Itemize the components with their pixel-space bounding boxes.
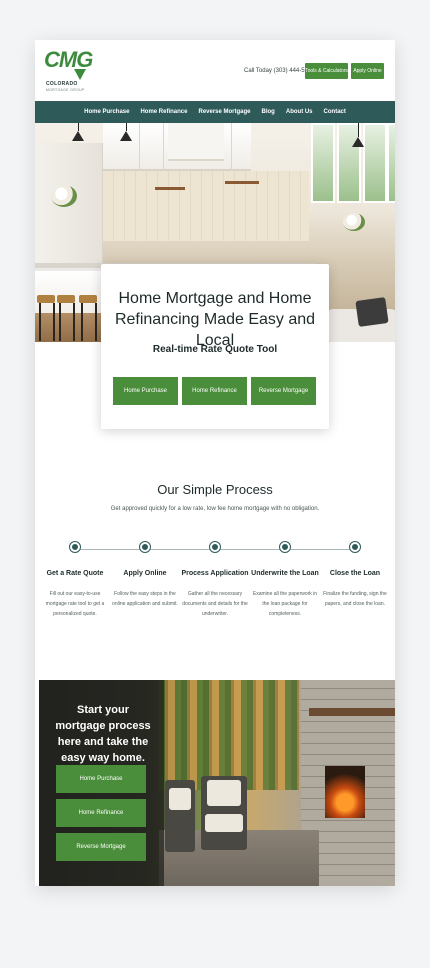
step-dot-icon [70,542,80,552]
cta-home-refinance-button[interactable]: Home Refinance [56,799,146,827]
process-subtitle: Get approved quickly for a low rate, low… [110,506,320,512]
fireplace-mantel [309,708,395,716]
cta-title: Start your mortgage process here and tak… [55,704,151,764]
tools-calculators-button[interactable]: Tools & Calculators [305,63,348,79]
pendant-light-icon [72,131,84,141]
step-title: Close the Loan [329,570,381,577]
step-description: Fill out our easy-to-use mortgage rate t… [45,591,105,617]
step-title: Get a Rate Quote [46,570,104,577]
step-title: Underwrite the Loan [251,570,319,577]
flower-vase [51,185,77,207]
hero-home-purchase-button[interactable]: Home Purchase [113,377,178,405]
step-description: Follow the easy steps in the online appl… [112,591,178,607]
hero-subtitle: Real-time Rate Quote Tool [152,344,278,355]
tall-cabinet [35,143,103,278]
backsplash [103,171,309,241]
fire-icon [325,766,365,818]
pendant-light-icon [352,137,364,147]
step-dot-icon [210,542,220,552]
cta-home-purchase-button[interactable]: Home Purchase [56,765,146,793]
step-dot-icon [280,542,290,552]
logo-subtitle: MORTGAGE GROUP [46,88,85,92]
window [387,123,395,203]
step-dot-icon [140,542,150,552]
logo-name: COLORADO [46,81,78,87]
logo[interactable]: CMG COLORADO MORTGAGE GROUP [44,48,93,100]
autumn-trees [159,680,299,790]
nav-item-home-purchase[interactable]: Home Purchase [84,109,129,115]
wood-shelf [155,187,185,190]
step-description: Finalize the funding, sign the papers, a… [323,591,387,607]
step-title: Process Application [181,570,249,577]
chair-cushion [207,780,241,806]
range-hood [168,123,224,161]
chair-cushion [205,814,243,832]
nav-item-blog[interactable]: Blog [262,109,275,115]
nav-item-contact[interactable]: Contact [324,109,346,115]
apply-online-button[interactable]: Apply Online [351,63,384,79]
hero-title: Home Mortgage and Home Refinancing Made … [114,290,316,349]
bar-stool [79,295,97,303]
nav-item-about-us[interactable]: About Us [286,109,313,115]
window [363,123,387,203]
process-title: Our Simple Process [157,482,273,497]
nav-item-reverse-mortgage[interactable]: Reverse Mortgage [198,109,250,115]
logo-triangle-icon [74,69,86,80]
step-description: Examine all the paperwork in the loan pa… [252,591,318,617]
site-header: CMG COLORADO MORTGAGE GROUP Call Today (… [35,40,395,101]
bar-stool [37,295,55,303]
nav-item-home-refinance[interactable]: Home Refinance [140,109,187,115]
wood-shelf [225,181,259,184]
patterned-pillow [355,297,389,327]
chair-cushion [169,788,191,810]
cta-section: Start your mortgage process here and tak… [39,680,395,886]
window [311,123,335,203]
pendant-light-icon [120,131,132,141]
cta-reverse-mortgage-button[interactable]: Reverse Mortgage [56,833,146,861]
step-dot-icon [350,542,360,552]
rate-quote-card: Home Mortgage and Home Refinancing Made … [101,264,329,429]
main-nav: Home Purchase Home Refinance Reverse Mor… [35,101,395,123]
step-description: Gather all the necessary documents and d… [182,591,248,617]
bar-stool [57,295,75,303]
flower-vase [343,213,365,231]
page-frame: CMG COLORADO MORTGAGE GROUP Call Today (… [35,40,395,886]
hero-reverse-mortgage-button[interactable]: Reverse Mortgage [251,377,316,405]
hero-home-refinance-button[interactable]: Home Refinance [182,377,247,405]
step-title: Apply Online [123,570,167,577]
